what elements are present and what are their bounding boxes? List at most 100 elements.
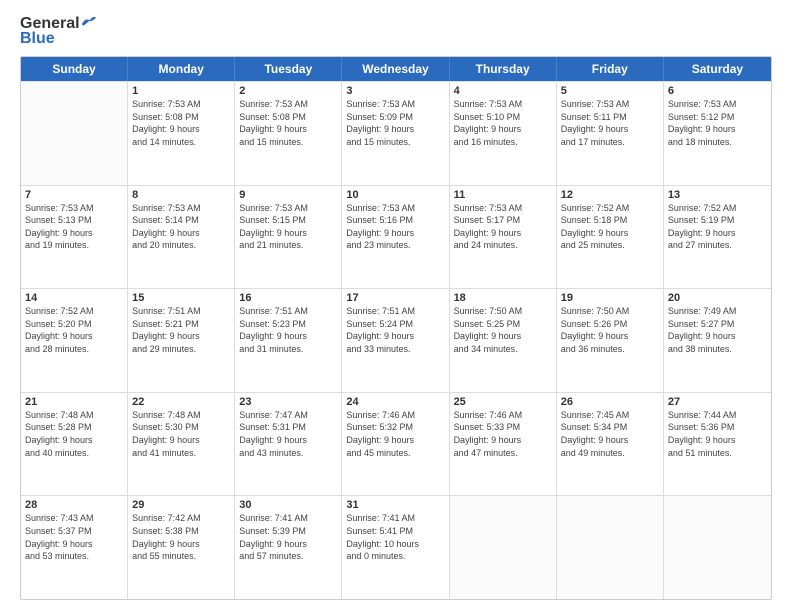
- calendar-cell: 24Sunrise: 7:46 AM Sunset: 5:32 PM Dayli…: [342, 393, 449, 496]
- calendar-cell: 10Sunrise: 7:53 AM Sunset: 5:16 PM Dayli…: [342, 186, 449, 289]
- calendar-body: 1Sunrise: 7:53 AM Sunset: 5:08 PM Daylig…: [21, 81, 771, 599]
- calendar-cell: 2Sunrise: 7:53 AM Sunset: 5:08 PM Daylig…: [235, 82, 342, 185]
- day-number: 20: [668, 292, 767, 304]
- day-number: 3: [346, 85, 444, 97]
- day-number: 8: [132, 189, 230, 201]
- calendar-header: SundayMondayTuesdayWednesdayThursdayFrid…: [21, 57, 771, 81]
- day-info: Sunrise: 7:53 AM Sunset: 5:11 PM Dayligh…: [561, 98, 659, 148]
- calendar-cell: 7Sunrise: 7:53 AM Sunset: 5:13 PM Daylig…: [21, 186, 128, 289]
- day-number: 19: [561, 292, 659, 304]
- calendar-cell: 21Sunrise: 7:48 AM Sunset: 5:28 PM Dayli…: [21, 393, 128, 496]
- day-number: 16: [239, 292, 337, 304]
- calendar-row-4: 21Sunrise: 7:48 AM Sunset: 5:28 PM Dayli…: [21, 392, 771, 496]
- day-number: 28: [25, 499, 123, 511]
- weekday-header-monday: Monday: [128, 57, 235, 81]
- calendar-cell: 4Sunrise: 7:53 AM Sunset: 5:10 PM Daylig…: [450, 82, 557, 185]
- calendar-cell: 6Sunrise: 7:53 AM Sunset: 5:12 PM Daylig…: [664, 82, 771, 185]
- day-info: Sunrise: 7:53 AM Sunset: 5:08 PM Dayligh…: [132, 98, 230, 148]
- day-info: Sunrise: 7:53 AM Sunset: 5:12 PM Dayligh…: [668, 98, 767, 148]
- day-number: 13: [668, 189, 767, 201]
- calendar-cell: 11Sunrise: 7:53 AM Sunset: 5:17 PM Dayli…: [450, 186, 557, 289]
- day-number: 4: [454, 85, 552, 97]
- calendar-cell: 22Sunrise: 7:48 AM Sunset: 5:30 PM Dayli…: [128, 393, 235, 496]
- day-number: 6: [668, 85, 767, 97]
- calendar-cell: 9Sunrise: 7:53 AM Sunset: 5:15 PM Daylig…: [235, 186, 342, 289]
- day-number: 15: [132, 292, 230, 304]
- day-info: Sunrise: 7:52 AM Sunset: 5:19 PM Dayligh…: [668, 202, 767, 252]
- calendar-cell: 19Sunrise: 7:50 AM Sunset: 5:26 PM Dayli…: [557, 289, 664, 392]
- day-number: 14: [25, 292, 123, 304]
- day-number: 24: [346, 396, 444, 408]
- calendar-cell: 12Sunrise: 7:52 AM Sunset: 5:18 PM Dayli…: [557, 186, 664, 289]
- day-number: 9: [239, 189, 337, 201]
- day-number: 11: [454, 189, 552, 201]
- day-info: Sunrise: 7:50 AM Sunset: 5:25 PM Dayligh…: [454, 305, 552, 355]
- day-number: 10: [346, 189, 444, 201]
- calendar-cell: 1Sunrise: 7:53 AM Sunset: 5:08 PM Daylig…: [128, 82, 235, 185]
- page: General Blue SundayMondayTuesdayWednesda…: [0, 0, 792, 612]
- calendar-cell: 26Sunrise: 7:45 AM Sunset: 5:34 PM Dayli…: [557, 393, 664, 496]
- calendar-row-1: 1Sunrise: 7:53 AM Sunset: 5:08 PM Daylig…: [21, 81, 771, 185]
- day-number: 21: [25, 396, 123, 408]
- day-number: 29: [132, 499, 230, 511]
- calendar-cell: [664, 496, 771, 599]
- header: General Blue: [20, 16, 772, 48]
- day-info: Sunrise: 7:53 AM Sunset: 5:09 PM Dayligh…: [346, 98, 444, 148]
- calendar: SundayMondayTuesdayWednesdayThursdayFrid…: [20, 56, 772, 600]
- day-number: 18: [454, 292, 552, 304]
- day-number: 22: [132, 396, 230, 408]
- calendar-cell: 30Sunrise: 7:41 AM Sunset: 5:39 PM Dayli…: [235, 496, 342, 599]
- weekday-header-tuesday: Tuesday: [235, 57, 342, 81]
- bird-icon: [81, 15, 97, 27]
- calendar-cell: 16Sunrise: 7:51 AM Sunset: 5:23 PM Dayli…: [235, 289, 342, 392]
- day-info: Sunrise: 7:51 AM Sunset: 5:21 PM Dayligh…: [132, 305, 230, 355]
- day-info: Sunrise: 7:48 AM Sunset: 5:28 PM Dayligh…: [25, 409, 123, 459]
- calendar-cell: 25Sunrise: 7:46 AM Sunset: 5:33 PM Dayli…: [450, 393, 557, 496]
- calendar-cell: [21, 82, 128, 185]
- day-number: 27: [668, 396, 767, 408]
- calendar-cell: [557, 496, 664, 599]
- weekday-header-wednesday: Wednesday: [342, 57, 449, 81]
- day-number: 12: [561, 189, 659, 201]
- day-info: Sunrise: 7:41 AM Sunset: 5:39 PM Dayligh…: [239, 512, 337, 562]
- calendar-cell: 31Sunrise: 7:41 AM Sunset: 5:41 PM Dayli…: [342, 496, 449, 599]
- calendar-cell: 13Sunrise: 7:52 AM Sunset: 5:19 PM Dayli…: [664, 186, 771, 289]
- calendar-cell: [450, 496, 557, 599]
- weekday-header-saturday: Saturday: [664, 57, 771, 81]
- day-info: Sunrise: 7:51 AM Sunset: 5:24 PM Dayligh…: [346, 305, 444, 355]
- day-info: Sunrise: 7:45 AM Sunset: 5:34 PM Dayligh…: [561, 409, 659, 459]
- calendar-row-3: 14Sunrise: 7:52 AM Sunset: 5:20 PM Dayli…: [21, 288, 771, 392]
- calendar-cell: 23Sunrise: 7:47 AM Sunset: 5:31 PM Dayli…: [235, 393, 342, 496]
- day-info: Sunrise: 7:47 AM Sunset: 5:31 PM Dayligh…: [239, 409, 337, 459]
- day-info: Sunrise: 7:49 AM Sunset: 5:27 PM Dayligh…: [668, 305, 767, 355]
- day-info: Sunrise: 7:46 AM Sunset: 5:33 PM Dayligh…: [454, 409, 552, 459]
- day-number: 30: [239, 499, 337, 511]
- day-info: Sunrise: 7:50 AM Sunset: 5:26 PM Dayligh…: [561, 305, 659, 355]
- calendar-cell: 3Sunrise: 7:53 AM Sunset: 5:09 PM Daylig…: [342, 82, 449, 185]
- calendar-cell: 14Sunrise: 7:52 AM Sunset: 5:20 PM Dayli…: [21, 289, 128, 392]
- calendar-cell: 20Sunrise: 7:49 AM Sunset: 5:27 PM Dayli…: [664, 289, 771, 392]
- weekday-header-sunday: Sunday: [21, 57, 128, 81]
- day-number: 5: [561, 85, 659, 97]
- calendar-cell: 18Sunrise: 7:50 AM Sunset: 5:25 PM Dayli…: [450, 289, 557, 392]
- calendar-cell: 27Sunrise: 7:44 AM Sunset: 5:36 PM Dayli…: [664, 393, 771, 496]
- weekday-header-friday: Friday: [557, 57, 664, 81]
- day-info: Sunrise: 7:53 AM Sunset: 5:15 PM Dayligh…: [239, 202, 337, 252]
- calendar-row-5: 28Sunrise: 7:43 AM Sunset: 5:37 PM Dayli…: [21, 495, 771, 599]
- calendar-cell: 28Sunrise: 7:43 AM Sunset: 5:37 PM Dayli…: [21, 496, 128, 599]
- day-info: Sunrise: 7:41 AM Sunset: 5:41 PM Dayligh…: [346, 512, 444, 562]
- calendar-cell: 15Sunrise: 7:51 AM Sunset: 5:21 PM Dayli…: [128, 289, 235, 392]
- day-info: Sunrise: 7:53 AM Sunset: 5:16 PM Dayligh…: [346, 202, 444, 252]
- day-info: Sunrise: 7:43 AM Sunset: 5:37 PM Dayligh…: [25, 512, 123, 562]
- day-info: Sunrise: 7:53 AM Sunset: 5:17 PM Dayligh…: [454, 202, 552, 252]
- day-number: 1: [132, 85, 230, 97]
- logo: General Blue: [20, 16, 97, 48]
- calendar-cell: 5Sunrise: 7:53 AM Sunset: 5:11 PM Daylig…: [557, 82, 664, 185]
- day-info: Sunrise: 7:48 AM Sunset: 5:30 PM Dayligh…: [132, 409, 230, 459]
- calendar-row-2: 7Sunrise: 7:53 AM Sunset: 5:13 PM Daylig…: [21, 185, 771, 289]
- day-info: Sunrise: 7:53 AM Sunset: 5:14 PM Dayligh…: [132, 202, 230, 252]
- day-info: Sunrise: 7:51 AM Sunset: 5:23 PM Dayligh…: [239, 305, 337, 355]
- day-number: 26: [561, 396, 659, 408]
- day-info: Sunrise: 7:52 AM Sunset: 5:18 PM Dayligh…: [561, 202, 659, 252]
- day-info: Sunrise: 7:53 AM Sunset: 5:10 PM Dayligh…: [454, 98, 552, 148]
